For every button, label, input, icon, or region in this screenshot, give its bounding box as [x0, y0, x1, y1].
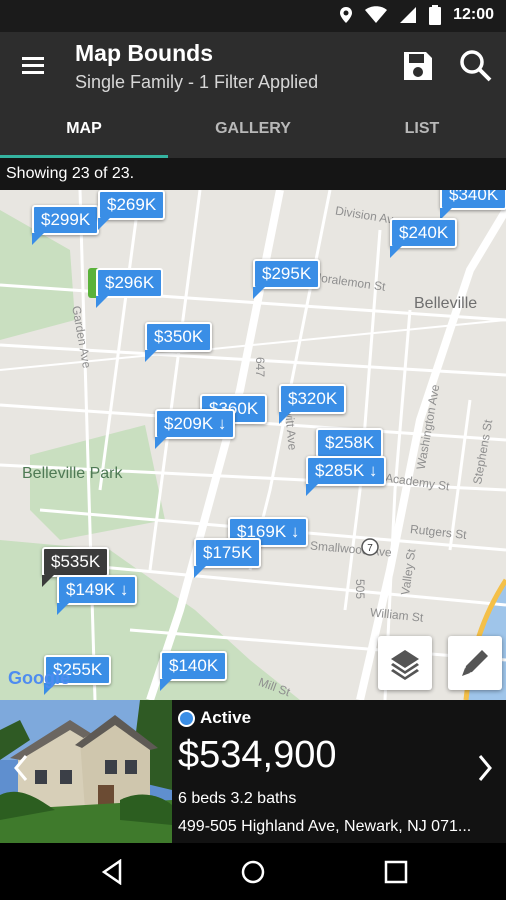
chevron-left-icon: [14, 755, 28, 781]
reduced-arrow-icon: ↓: [368, 461, 378, 480]
system-nav-bar: [0, 843, 506, 900]
price-pin[interactable]: $269K: [98, 190, 166, 230]
listing-price: $534,900: [178, 734, 337, 776]
price-pin[interactable]: $140K: [160, 651, 228, 691]
tab-bar: MAP GALLERY LIST: [0, 100, 506, 158]
price-pin-label: $149K: [66, 580, 116, 599]
layers-icon: [391, 650, 419, 680]
prev-listing-button[interactable]: [10, 752, 30, 792]
price-pin[interactable]: $299K: [32, 205, 100, 245]
search-button[interactable]: [458, 48, 494, 84]
price-pin-label: $285K: [315, 461, 365, 480]
draw-button[interactable]: [448, 636, 502, 690]
price-pin[interactable]: $209K ↓: [155, 409, 236, 449]
location-icon: [340, 7, 353, 23]
save-icon: [404, 52, 432, 80]
battery-icon: [429, 5, 442, 25]
listing-address: 499-505 Highland Ave, Newark, NJ 071...: [178, 818, 472, 835]
listing-status: Active: [200, 708, 252, 727]
price-pin[interactable]: $149K ↓: [57, 575, 138, 615]
tab-list[interactable]: LIST: [338, 100, 506, 158]
layers-button[interactable]: [378, 636, 432, 690]
listing-card[interactable]: Active $534,900 6 beds 3.2 baths 499-505…: [0, 700, 506, 843]
back-icon[interactable]: [100, 859, 124, 885]
price-pin[interactable]: $535K: [42, 547, 110, 587]
tab-map[interactable]: MAP: [0, 100, 168, 158]
app-bar: Map Bounds Single Family - 1 Filter Appl…: [0, 32, 506, 100]
price-pin-label: $209K: [164, 414, 214, 433]
search-icon: [460, 50, 492, 82]
price-pin[interactable]: $320K: [279, 384, 347, 424]
menu-button[interactable]: [18, 52, 48, 80]
price-pin[interactable]: $175K: [194, 538, 262, 578]
signal-icon: [400, 7, 417, 23]
route-shield-icon: 7: [361, 538, 379, 556]
page-title: Map Bounds: [75, 40, 213, 66]
street-label: 647: [253, 356, 268, 378]
place-label: Belleville: [414, 295, 478, 312]
map-view[interactable]: Division Av Garden Ave Joralemon St Dewi…: [0, 190, 506, 700]
status-bar: 12:00: [0, 0, 506, 32]
recents-icon[interactable]: [384, 860, 408, 884]
clock: 12:00: [453, 6, 494, 23]
reduced-arrow-icon: ↓: [119, 580, 129, 599]
results-count: Showing 23 of 23.: [0, 158, 506, 190]
park-label: Belleville Park: [22, 465, 123, 482]
reduced-arrow-icon: ↓: [217, 414, 227, 433]
home-icon[interactable]: [240, 859, 266, 885]
price-pin[interactable]: $285K ↓: [306, 456, 387, 496]
pencil-icon: [462, 650, 488, 676]
price-pin[interactable]: $240K: [390, 218, 458, 258]
next-listing-button[interactable]: [476, 752, 496, 792]
menu-icon: [22, 57, 44, 74]
price-pin[interactable]: $296K: [96, 268, 164, 308]
price-pin[interactable]: $350K: [145, 322, 213, 362]
street-label: 505: [353, 578, 368, 600]
google-attribution: Google: [8, 668, 70, 688]
tab-gallery[interactable]: GALLERY: [169, 100, 337, 158]
page-subtitle: Single Family - 1 Filter Applied: [75, 72, 319, 92]
listing-beds-baths: 6 beds 3.2 baths: [178, 790, 297, 807]
chevron-right-icon: [478, 755, 492, 781]
price-pin[interactable]: $340K: [440, 190, 506, 220]
wifi-icon: [365, 6, 388, 23]
save-button[interactable]: [400, 48, 436, 84]
price-pin[interactable]: $295K: [253, 259, 321, 299]
route-shield-label: 7: [367, 543, 373, 554]
status-indicator-icon: [178, 710, 195, 727]
price-pin[interactable]: $258K: [316, 428, 384, 468]
reduced-arrow-icon: ↓: [290, 522, 300, 541]
